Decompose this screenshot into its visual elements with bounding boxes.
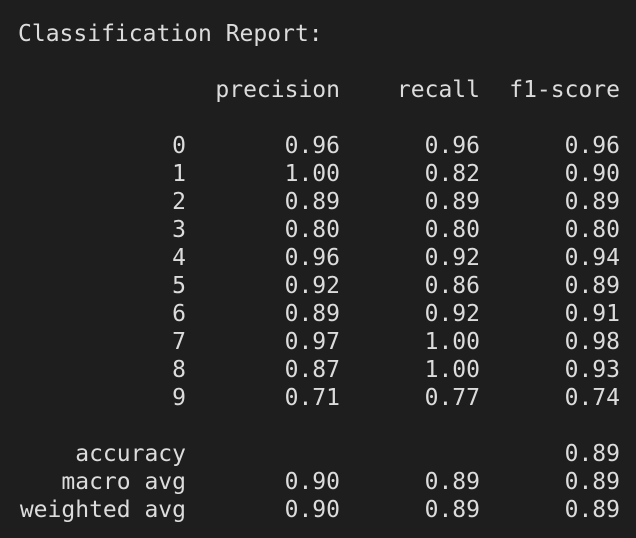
precision-value: 0.97	[284, 329, 340, 355]
precision-value: 1.00	[284, 161, 340, 187]
f1-value: 0.93	[564, 357, 620, 383]
report-title: Classification Report:	[18, 21, 323, 47]
table-row: 8 0.87 1.00 0.93	[0, 356, 636, 384]
table-row: 0 0.96 0.96 0.96	[0, 132, 636, 160]
row-label: 4	[172, 245, 186, 271]
row-label: 2	[172, 189, 186, 215]
table-row: 6 0.89 0.92 0.91	[0, 300, 636, 328]
column-header-recall: recall	[396, 77, 480, 103]
f1-value: 0.89	[564, 441, 620, 467]
f1-value: 0.89	[564, 469, 620, 495]
f1-value: 0.89	[564, 189, 620, 215]
recall-value: 0.92	[424, 301, 480, 327]
row-label: 3	[172, 217, 186, 243]
row-label: 9	[172, 385, 186, 411]
f1-value: 0.94	[564, 245, 620, 271]
table-row: 2 0.89 0.89 0.89	[0, 188, 636, 216]
row-label: 6	[172, 301, 186, 327]
row-label: 1	[172, 161, 186, 187]
precision-value: 0.90	[284, 497, 340, 523]
summary-row-accuracy: accuracy 0.89	[0, 440, 636, 468]
f1-value: 0.89	[564, 497, 620, 523]
row-label: macro avg	[61, 469, 186, 495]
recall-value: 0.89	[424, 469, 480, 495]
recall-value: 0.96	[424, 133, 480, 159]
f1-value: 0.74	[564, 385, 620, 411]
table-row: 7 0.97 1.00 0.98	[0, 328, 636, 356]
recall-value: 0.80	[424, 217, 480, 243]
row-label: 0	[172, 133, 186, 159]
recall-value: 0.89	[424, 497, 480, 523]
summary-row-weighted-avg: weighted avg 0.90 0.89 0.89	[0, 496, 636, 524]
recall-value: 0.82	[424, 161, 480, 187]
recall-value: 0.77	[424, 385, 480, 411]
precision-value: 0.96	[284, 133, 340, 159]
recall-value: 0.86	[424, 273, 480, 299]
precision-value: 0.96	[284, 245, 340, 271]
terminal-output: Classification Report: precision recall …	[0, 0, 636, 538]
f1-value: 0.89	[564, 273, 620, 299]
f1-value: 0.96	[564, 133, 620, 159]
header-row: precision recall f1-score	[0, 76, 636, 104]
recall-value: 1.00	[424, 357, 480, 383]
precision-value: 0.80	[284, 217, 340, 243]
recall-value: 0.92	[424, 245, 480, 271]
table-row: 5 0.92 0.86 0.89	[0, 272, 636, 300]
column-header-precision: precision	[215, 77, 340, 103]
f1-value: 0.91	[564, 301, 620, 327]
recall-value: 1.00	[424, 329, 480, 355]
recall-value: 0.89	[424, 189, 480, 215]
table-row: 9 0.71 0.77 0.74	[0, 384, 636, 412]
table-row: 3 0.80 0.80 0.80	[0, 216, 636, 244]
row-label: 5	[172, 273, 186, 299]
f1-value: 0.98	[564, 329, 620, 355]
row-label: accuracy	[75, 441, 186, 467]
precision-value: 0.71	[284, 385, 340, 411]
table-row: 1 1.00 0.82 0.90	[0, 160, 636, 188]
precision-value: 0.87	[284, 357, 340, 383]
f1-value: 0.90	[564, 161, 620, 187]
f1-value: 0.80	[564, 217, 620, 243]
precision-value: 0.92	[284, 273, 340, 299]
precision-value: 0.89	[284, 301, 340, 327]
column-header-f1-score: f1-score	[509, 77, 620, 103]
row-label: 7	[172, 329, 186, 355]
summary-row-macro-avg: macro avg 0.90 0.89 0.89	[0, 468, 636, 496]
row-label: weighted avg	[19, 497, 186, 523]
precision-value: 0.90	[284, 469, 340, 495]
table-row: 4 0.96 0.92 0.94	[0, 244, 636, 272]
precision-value: 0.89	[284, 189, 340, 215]
row-label: 8	[172, 357, 186, 383]
